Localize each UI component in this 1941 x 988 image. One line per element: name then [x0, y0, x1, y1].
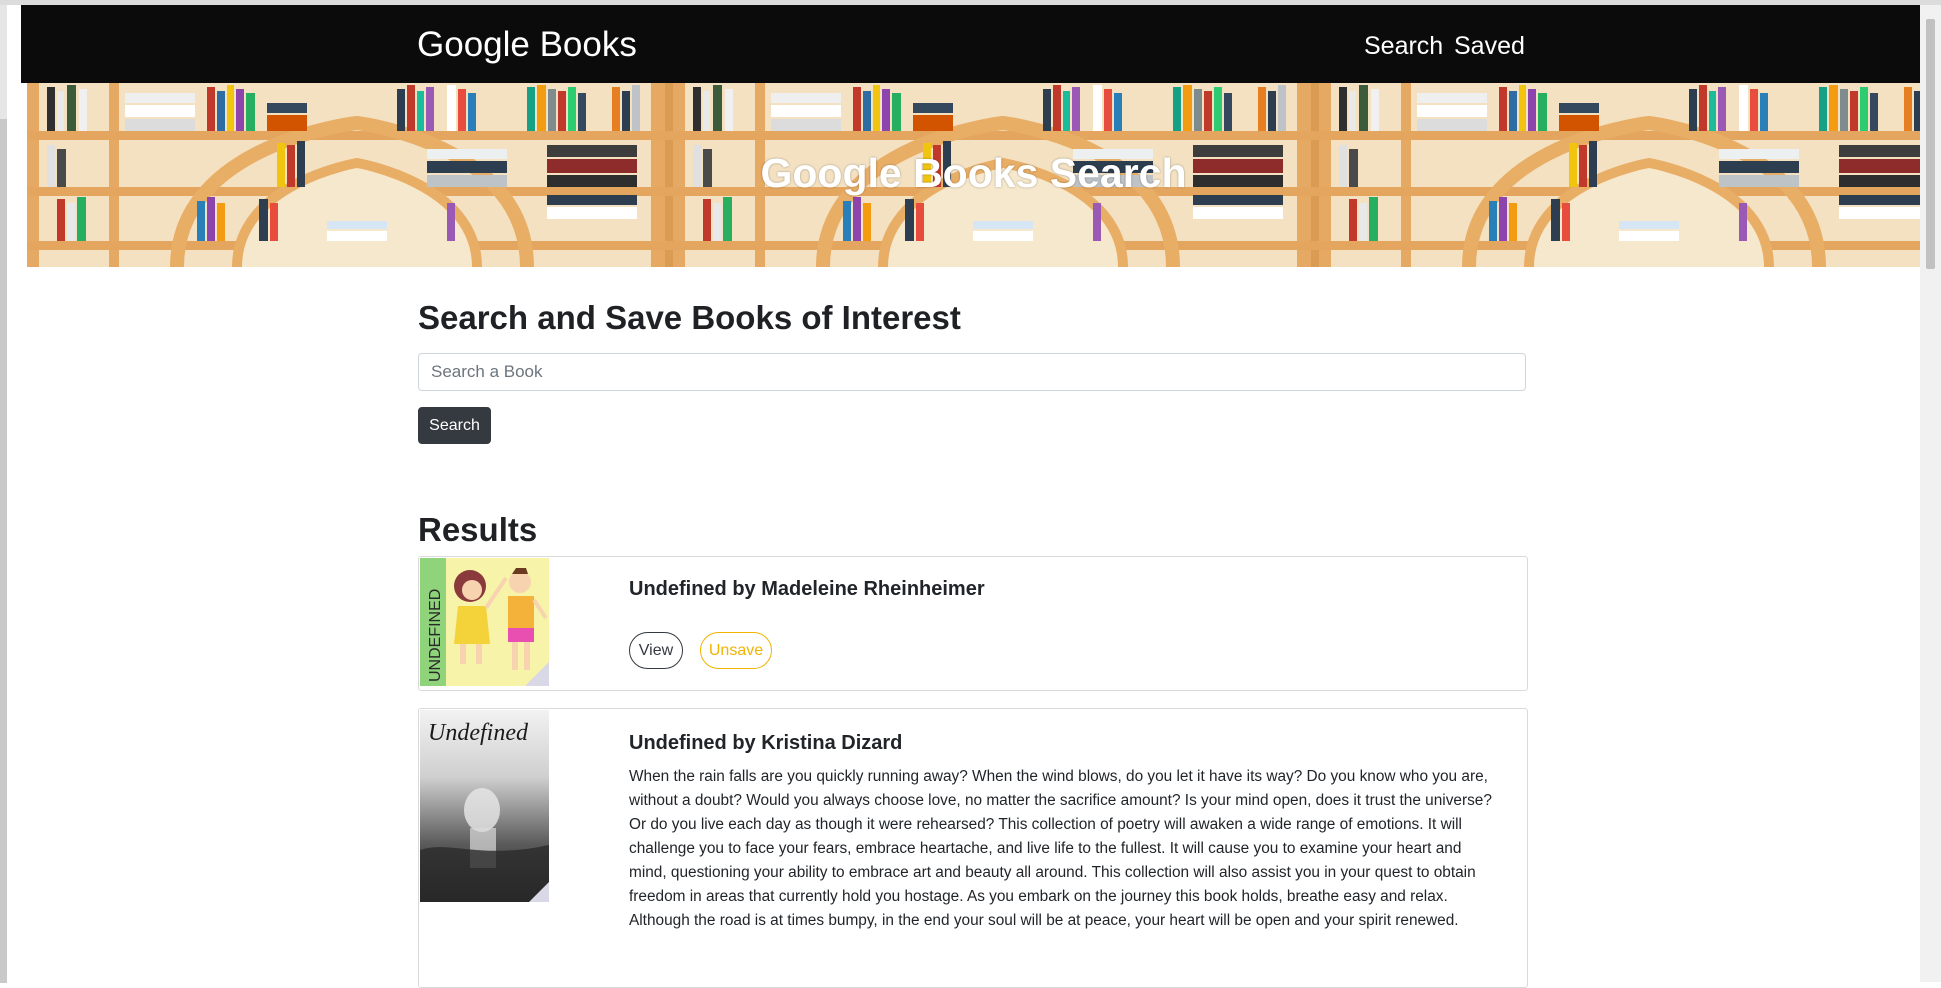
hero-title: Google Books Search [760, 150, 1187, 196]
nav-link-saved[interactable]: Saved [1454, 31, 1525, 61]
book-cover-image: UNDEFINED [420, 558, 549, 686]
book-title: Undefined by Madeleine Rheinheimer [629, 578, 985, 600]
search-button[interactable]: Search [418, 407, 491, 444]
search-section-heading: Search and Save Books of Interest [418, 299, 961, 336]
left-scrollbar[interactable] [0, 5, 7, 983]
search-input[interactable] [418, 353, 1526, 391]
book-cover-image: Undefined [420, 710, 549, 902]
hero-banner: Google Books Search [27, 83, 1920, 267]
page-scrollbar-thumb[interactable] [1926, 19, 1935, 269]
results-heading: Results [418, 511, 538, 548]
book-description: When the rain falls are you quickly runn… [629, 768, 1492, 929]
cover-text: UNDEFINED [427, 589, 444, 682]
book-title: Undefined by Kristina Dizard [629, 732, 903, 754]
result-card: UNDEFINED Undefined by Madeleine Rheinhe… [418, 556, 1528, 691]
left-scrollbar-thumb[interactable] [0, 119, 7, 983]
navbar: Google Books Search Saved [21, 5, 1920, 83]
unsave-button[interactable]: Unsave [700, 632, 772, 669]
result-card: Undefined Undefined by Kristina Dizard W… [418, 708, 1528, 988]
cover-text: Undefined [428, 720, 529, 746]
navbar-brand[interactable]: Google Books [417, 25, 637, 65]
view-button[interactable]: View [629, 632, 683, 669]
page-scrollbar[interactable] [1920, 5, 1941, 982]
nav-link-search[interactable]: Search [1364, 31, 1443, 61]
